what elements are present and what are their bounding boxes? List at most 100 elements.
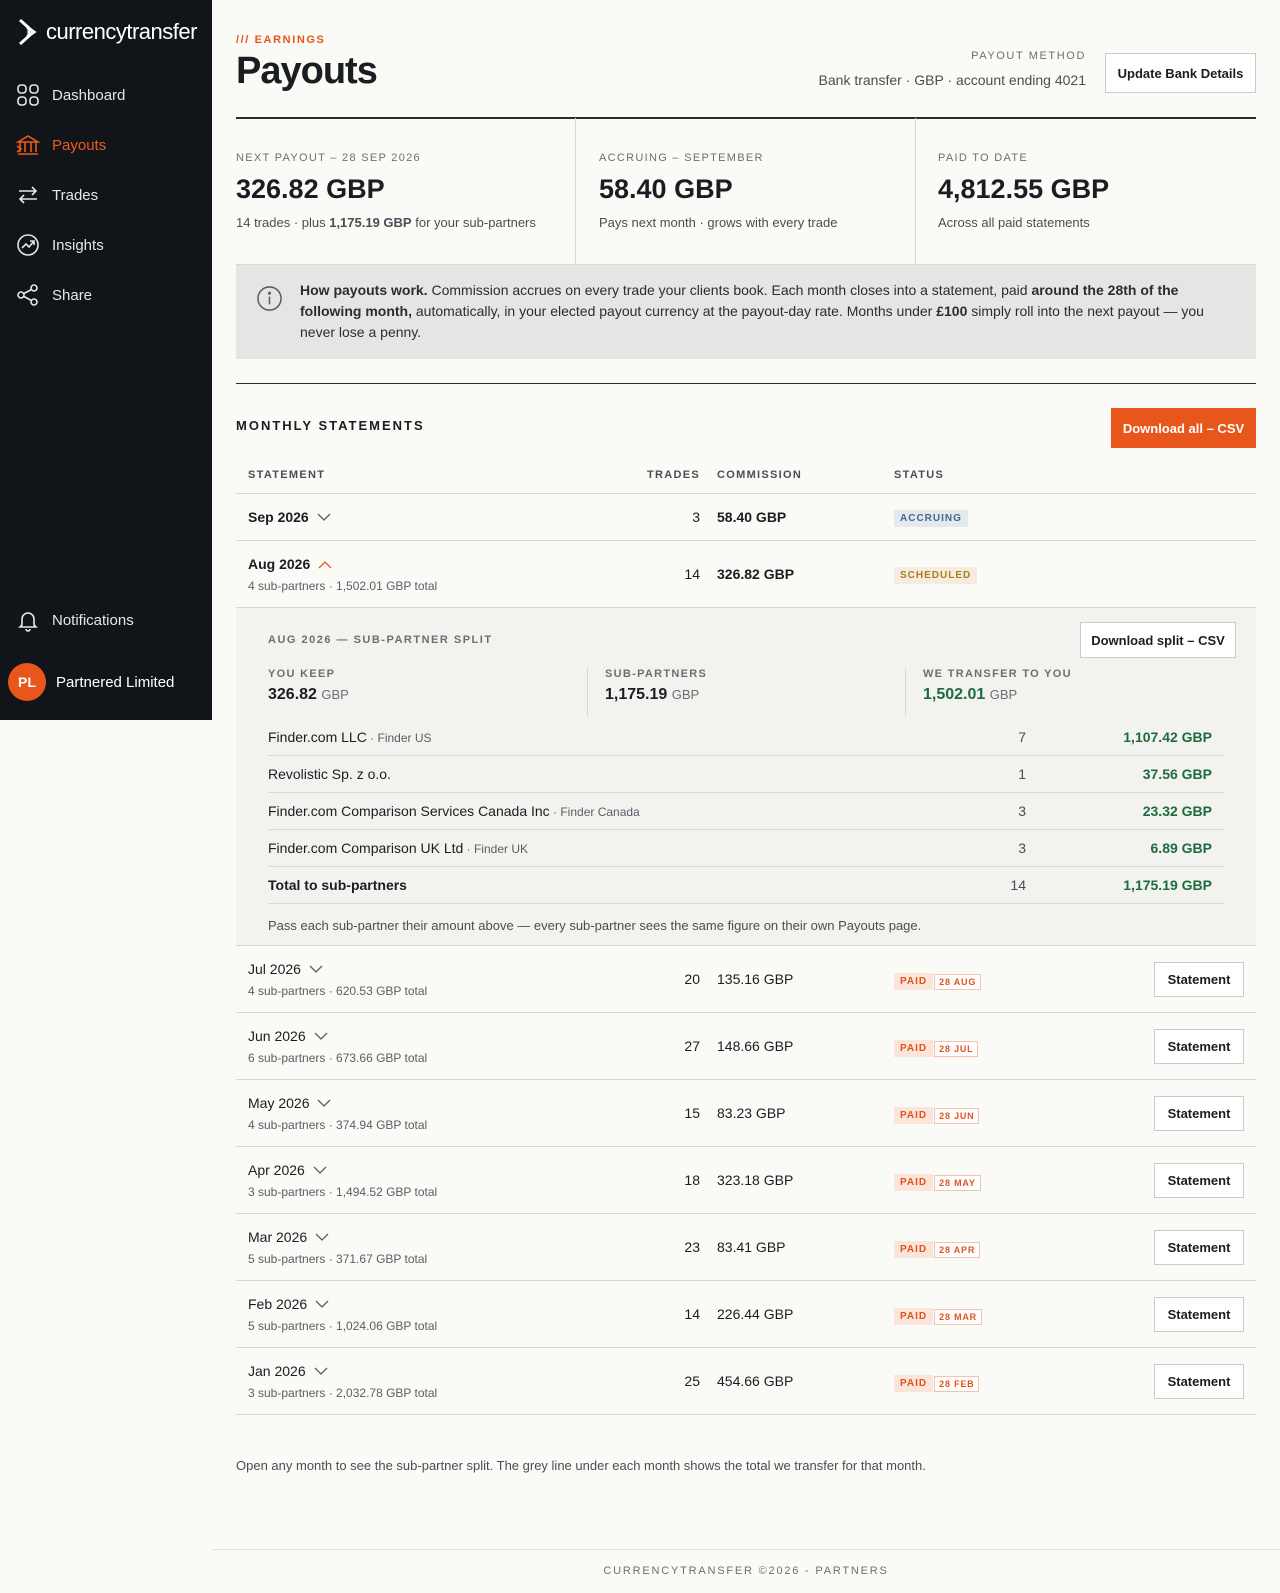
table-row[interactable]: May 2026 4 sub-partners · 374.94 GBP tota… <box>236 1080 1256 1147</box>
nav-label-payouts: Payouts <box>52 136 107 154</box>
stat-accruing-sub: Pays next month · grows with every trade <box>599 215 838 230</box>
statement-trades: 18 <box>684 1172 700 1188</box>
kv-unit: GBP <box>671 687 700 702</box>
table-row[interactable]: Feb 2026 5 sub-partners · 1,024.06 GBP to… <box>236 1281 1256 1348</box>
statement-toggle[interactable]: Feb 2026 <box>248 1296 329 1312</box>
chevron-down-icon <box>313 1166 327 1174</box>
trend-chart-icon <box>17 234 39 256</box>
table-row[interactable]: Mar 2026 5 sub-partners · 371.67 GBP tota… <box>236 1214 1256 1281</box>
nav-item-share[interactable]: Share <box>0 270 212 320</box>
account-menu[interactable]: PL Partnered Limited <box>8 663 174 701</box>
col-status: STATUS <box>894 469 945 481</box>
split-row: Finder.com Comparison Services Canada In… <box>268 793 1224 830</box>
status-badge: PAID 28 APR <box>894 1241 981 1258</box>
statement-commission: 454.66 GBP <box>717 1373 794 1389</box>
nav-item-insights[interactable]: Insights <box>0 220 212 270</box>
statement-toggle[interactable]: Apr 2026 <box>248 1162 327 1178</box>
statement-month: Jan 2026 <box>248 1363 306 1379</box>
statement-button[interactable]: Statement <box>1154 1297 1244 1332</box>
chevron-down-icon <box>318 1099 331 1107</box>
statement-subtotal: 4 sub-partners · 1,502.01 GBP total <box>248 579 438 593</box>
update-bank-details-button[interactable]: Update Bank Details <box>1105 53 1256 93</box>
table-row[interactable]: Aug 2026 4 sub-partners · 1,502.01 GBP t… <box>236 541 1256 608</box>
table-row[interactable]: Sep 2026 3 58.40 GBP ACCRUING <box>236 494 1256 541</box>
statement-toggle[interactable]: Jun 2026 <box>248 1028 328 1044</box>
split-transfer: WE TRANSFER TO YOU 1,502.01 GBP <box>923 668 1072 704</box>
table-row[interactable]: Jan 2026 3 sub-partners · 2,032.78 GBP to… <box>236 1348 1256 1415</box>
logo[interactable]: currencytransfer <box>18 18 197 46</box>
statement-button[interactable]: Statement <box>1154 1096 1244 1131</box>
paid-date: 28 APR <box>934 1241 981 1258</box>
statement-trades: 20 <box>684 971 700 987</box>
nav-item-dashboard[interactable]: Dashboard <box>0 70 212 120</box>
nav-item-notifications[interactable]: Notifications <box>0 595 212 645</box>
swap-arrows-icon <box>18 186 38 204</box>
status-badge: PAID 28 JUL <box>894 1040 979 1057</box>
split-amount: 37.56 GBP <box>1142 766 1212 782</box>
paid-date: 28 AUG <box>934 973 982 990</box>
status-label: PAID <box>894 1241 934 1258</box>
split-row: Finder.com Comparison UK Ltd · Finder UK… <box>268 830 1224 867</box>
status-badge: SCHEDULED <box>894 567 978 584</box>
kv-label: WE TRANSFER TO YOU <box>923 668 1072 680</box>
paid-rows: Jul 2026 4 sub-partners · 620.53 GBP tota… <box>236 946 1256 1415</box>
split-tag: · Finder Canada <box>549 805 640 819</box>
nav-label-notifications: Notifications <box>52 611 134 629</box>
statement-button[interactable]: Statement <box>1154 1230 1244 1265</box>
statement-toggle[interactable]: May 2026 <box>248 1095 331 1111</box>
paid-date: 28 MAY <box>934 1174 981 1191</box>
statement-month: Sep 2026 <box>248 509 309 525</box>
split-title: AUG 2026 — SUB-PARTNER SPLIT <box>268 634 493 646</box>
download-all-csv-button[interactable]: Download all – CSV <box>1111 408 1256 448</box>
statement-toggle[interactable]: Jul 2026 <box>248 961 323 977</box>
logo-text: currencytransfer <box>46 19 197 44</box>
statement-toggle[interactable]: Mar 2026 <box>248 1229 329 1245</box>
col-commission: COMMISSION <box>717 469 803 481</box>
statement-trades: 3 <box>692 509 700 525</box>
status-badge: PAID 28 AUG <box>894 973 982 990</box>
statement-button[interactable]: Statement <box>1154 1364 1244 1399</box>
nav-label-dashboard: Dashboard <box>52 86 126 104</box>
statement-toggle[interactable]: Jan 2026 <box>248 1363 328 1379</box>
logo-mark-icon <box>19 18 37 46</box>
kv-value: 1,175.19 <box>605 686 668 703</box>
split-note: Pass each sub-partner their amount above… <box>268 918 922 933</box>
table-row[interactable]: Jun 2026 6 sub-partners · 673.66 GBP tota… <box>236 1013 1256 1080</box>
statement-button[interactable]: Statement <box>1154 1029 1244 1064</box>
statement-subtotal: 3 sub-partners · 1,494.52 GBP total <box>248 1185 438 1199</box>
statement-subtotal: 4 sub-partners · 620.53 GBP total <box>248 984 428 998</box>
download-split-csv-button[interactable]: Download split – CSV <box>1080 622 1236 658</box>
statement-month: Jun 2026 <box>248 1028 306 1044</box>
kv-divider <box>587 668 588 716</box>
split-amount: 23.32 GBP <box>1142 803 1212 819</box>
split-count: 1 <box>1018 766 1026 782</box>
stat-next-label: NEXT PAYOUT – 28 SEP 2026 <box>236 152 421 164</box>
status-badge: PAID 28 JUN <box>894 1107 980 1124</box>
statement-button[interactable]: Statement <box>1154 1163 1244 1198</box>
statement-toggle[interactable]: Aug 2026 <box>248 556 332 572</box>
account-name: Partnered Limited <box>56 673 175 691</box>
statement-trades: 23 <box>684 1239 700 1255</box>
statement-subtotal: 4 sub-partners · 374.94 GBP total <box>248 1118 428 1132</box>
statement-subtotal: 5 sub-partners · 1,024.06 GBP total <box>248 1319 438 1333</box>
payout-method-label: PAYOUT METHOD <box>971 50 1086 62</box>
split-row: Revolistic Sp. z o.o. 1 37.56 GBP <box>268 756 1224 793</box>
info-t5: £100 <box>936 303 968 319</box>
table-row[interactable]: Apr 2026 3 sub-partners · 1,494.52 GBP to… <box>236 1147 1256 1214</box>
statement-commission: 226.44 GBP <box>717 1306 794 1322</box>
stat-accruing-value: 58.40 GBP <box>599 174 733 204</box>
statement-toggle[interactable]: Sep 2026 <box>248 509 331 525</box>
chevron-up-icon <box>318 560 332 568</box>
kv-value: 1,502.01 <box>923 686 986 703</box>
paid-date: 28 JUN <box>934 1107 980 1124</box>
info-t1: How payouts work. <box>300 282 428 298</box>
nav-item-payouts[interactable]: Payouts <box>0 120 212 170</box>
nav-item-trades[interactable]: Trades <box>0 170 212 220</box>
statement-commission: 148.66 GBP <box>717 1038 794 1054</box>
table-row[interactable]: Jul 2026 4 sub-partners · 620.53 GBP tota… <box>236 946 1256 1013</box>
stat-paid-sub: Across all paid statements <box>938 215 1090 230</box>
statement-button[interactable]: Statement <box>1154 962 1244 997</box>
status-badge: PAID 28 MAR <box>894 1308 982 1325</box>
stat-paid-to-date: PAID TO DATE 4,812.55 GBP Across all pai… <box>916 118 1256 265</box>
split-name: Finder.com LLC <box>268 729 367 745</box>
